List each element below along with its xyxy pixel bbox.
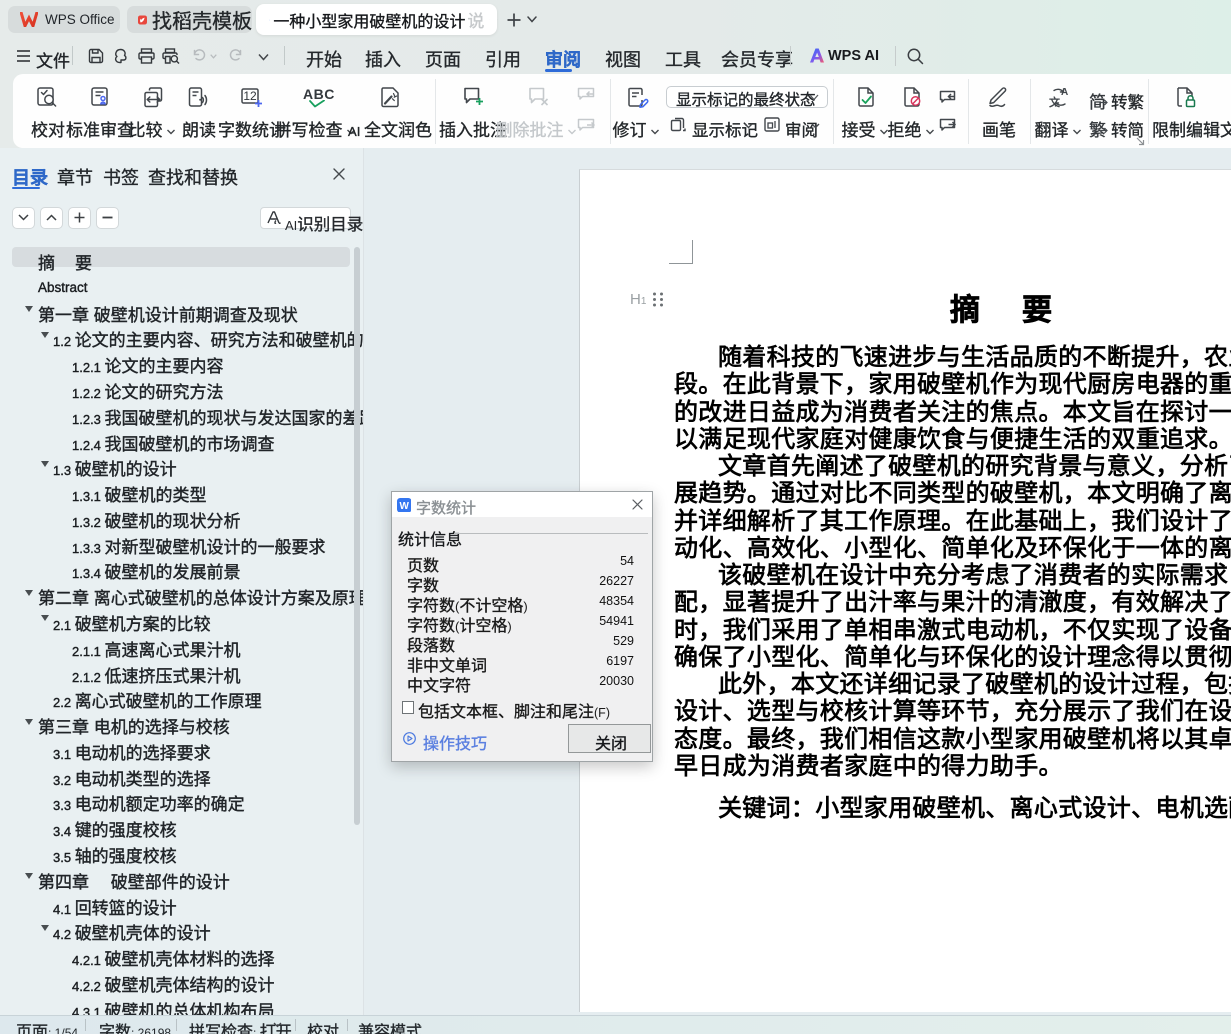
svg-text:W: W <box>399 500 409 511</box>
svg-text:12: 12 <box>243 89 257 103</box>
